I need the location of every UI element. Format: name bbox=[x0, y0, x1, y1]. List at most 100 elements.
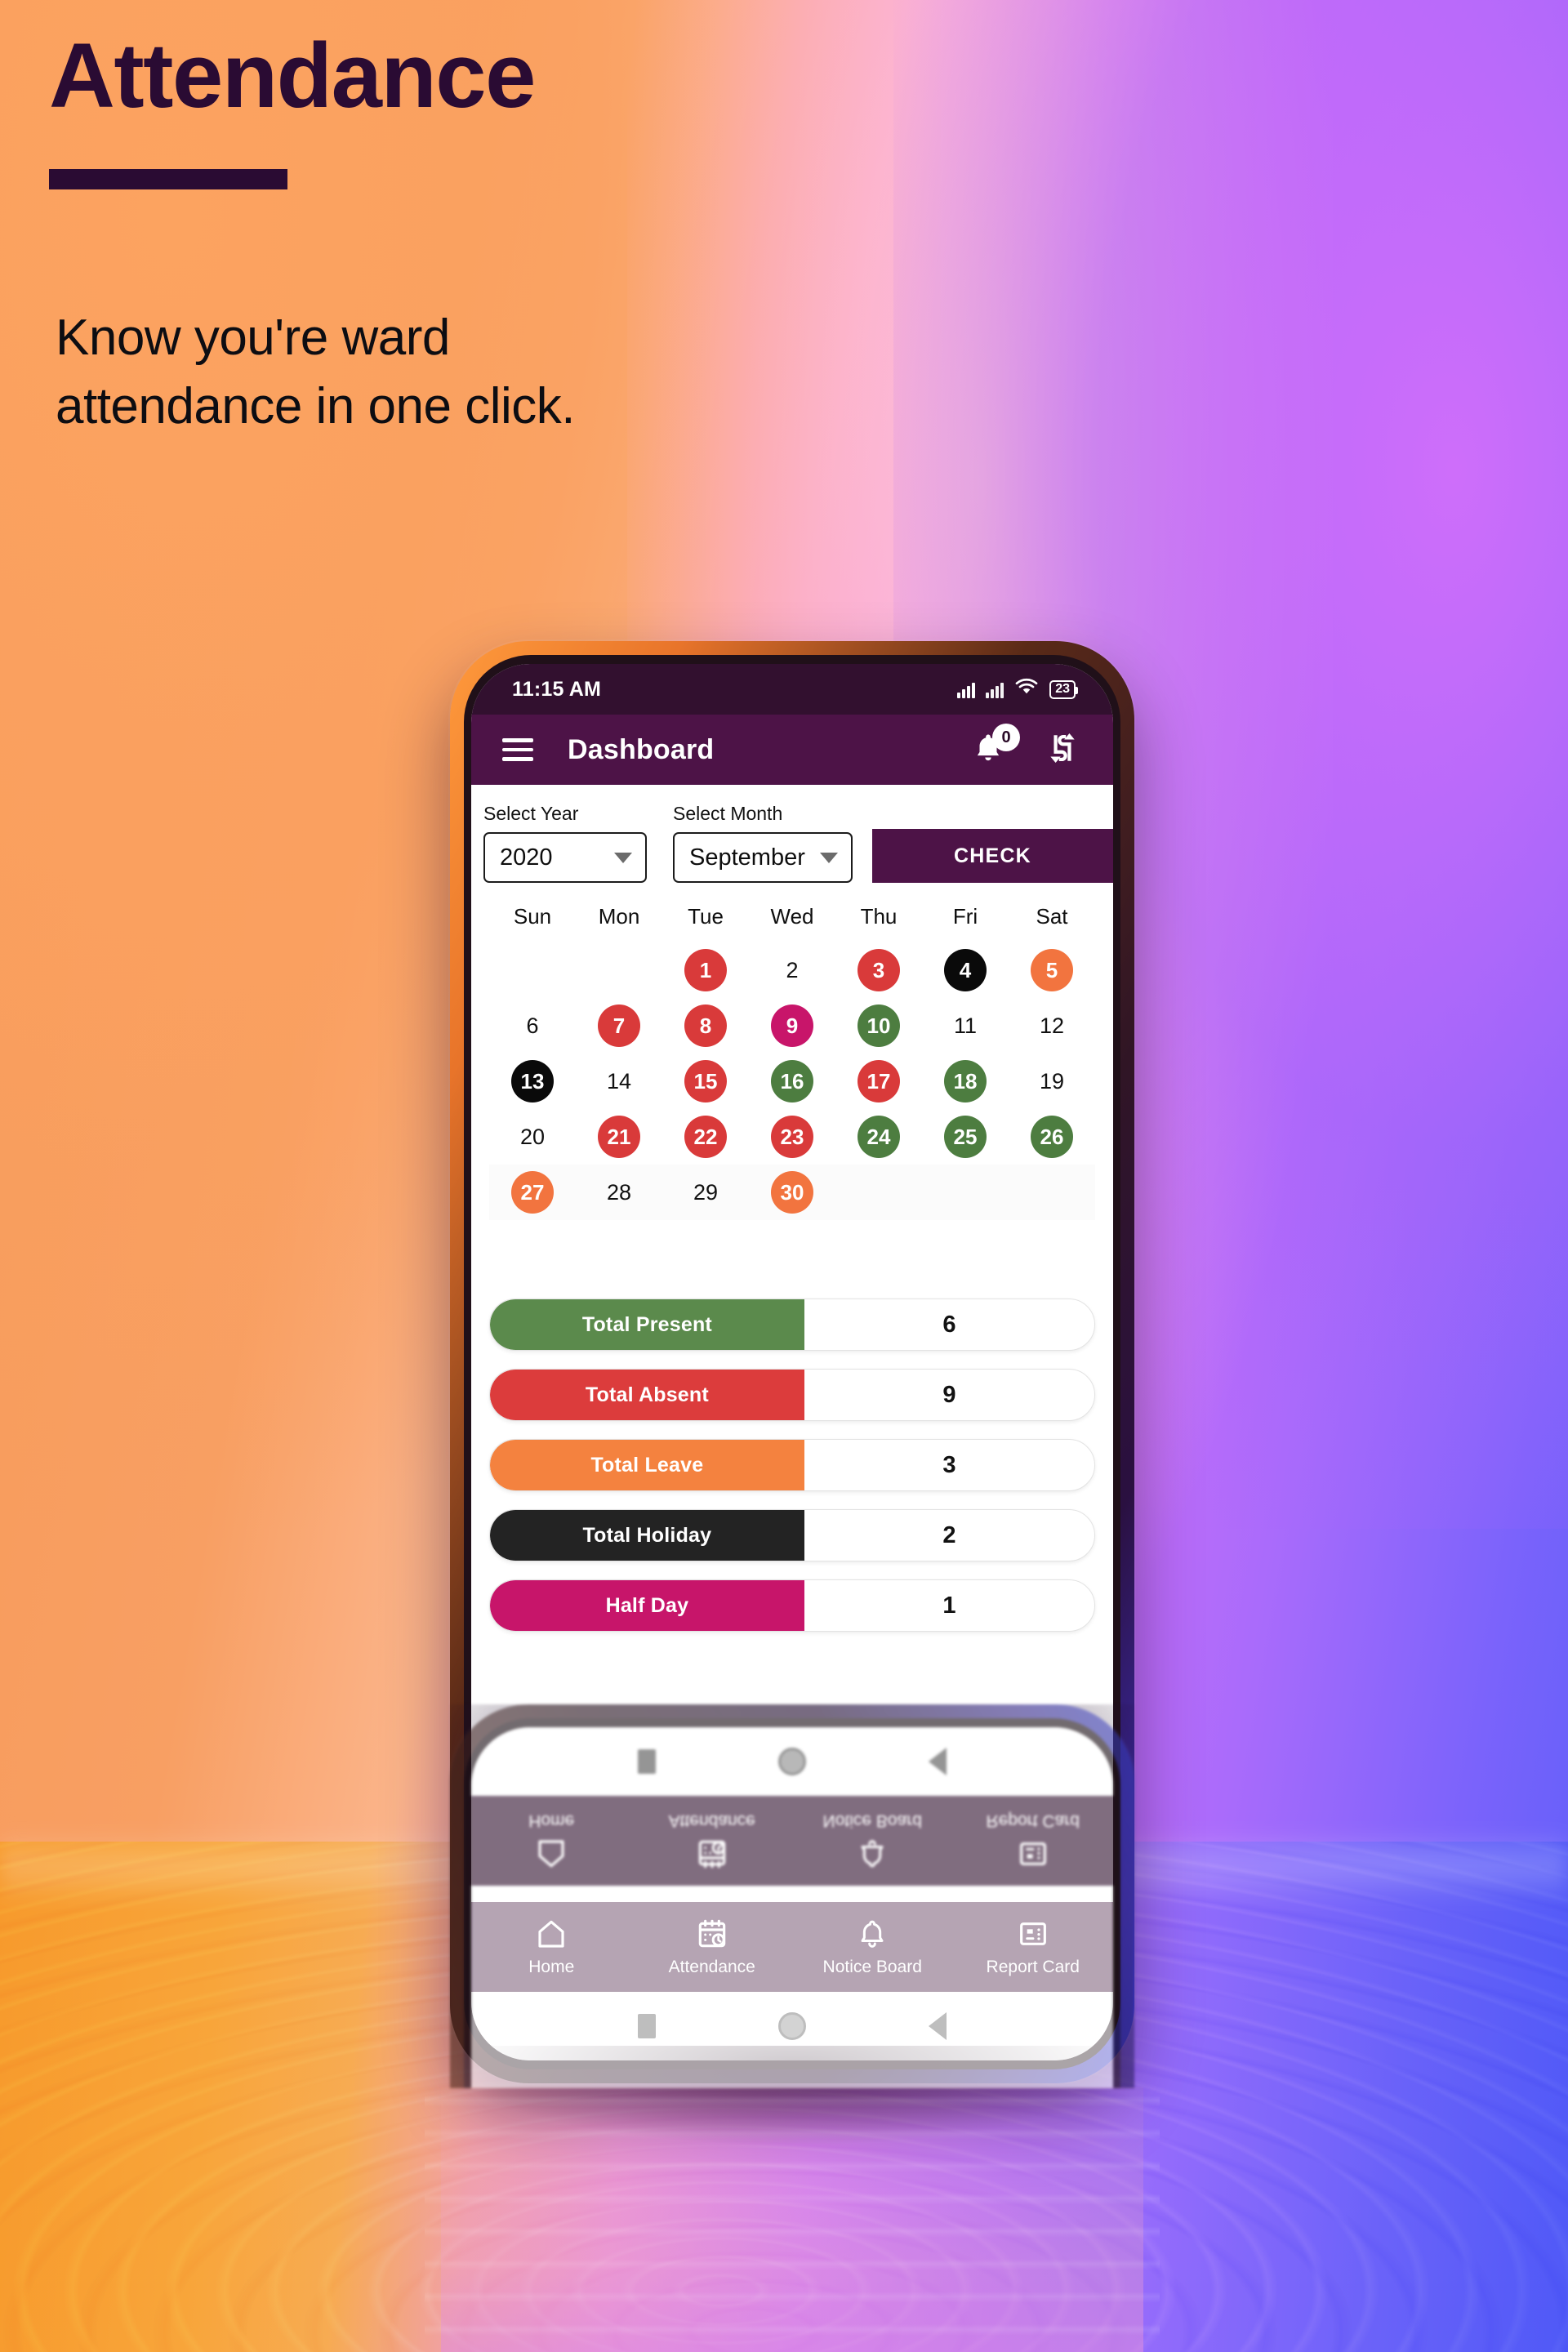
calendar-day-15[interactable]: 15 bbox=[662, 1060, 749, 1102]
calendar-day-1[interactable]: 1 bbox=[662, 949, 749, 991]
calendar-day-13[interactable]: 13 bbox=[489, 1060, 576, 1102]
calendar-weekday-thu: Thu bbox=[860, 904, 898, 929]
calendar-day-marker-holiday: 13 bbox=[511, 1060, 554, 1102]
notifications-button[interactable]: 0 bbox=[971, 724, 1020, 769]
bottom-nav-item-notice-board[interactable]: Notice Board bbox=[792, 1918, 953, 1977]
bottom-navigation-bar: Home Attendance Notice Board Report Card bbox=[471, 1902, 1113, 1992]
circle-home-icon[interactable] bbox=[778, 2012, 806, 2040]
chevron-down-icon bbox=[820, 852, 838, 863]
calendar-day-label: 2 bbox=[786, 957, 799, 982]
calendar-day-10[interactable]: 10 bbox=[835, 1004, 922, 1047]
bottom-nav-label: Notice Board bbox=[822, 1957, 922, 1976]
bottom-nav-label: Report Card bbox=[986, 1957, 1080, 1976]
calendar-day-18[interactable]: 18 bbox=[922, 1060, 1009, 1102]
bottom-nav-item-report-card[interactable]: Report Card bbox=[953, 1918, 1114, 1977]
year-field: Select Year 2020 bbox=[483, 803, 647, 883]
calendar-weekday-mon: Mon bbox=[598, 904, 640, 929]
calendar-day-3[interactable]: 3 bbox=[835, 949, 922, 991]
check-button[interactable]: CHECK bbox=[872, 829, 1113, 883]
calendar-weekday-tue: Tue bbox=[688, 904, 724, 929]
title-underline-rule bbox=[49, 168, 287, 189]
calendar-day-marker-absent: 22 bbox=[684, 1116, 727, 1158]
summary-value-absent: 9 bbox=[942, 1381, 956, 1408]
calendar-weekday-sun: Sun bbox=[513, 904, 552, 929]
calendar-day-marker-absent: 1 bbox=[684, 949, 727, 991]
summary-row-leave: Total Leave 3 bbox=[489, 1439, 1095, 1491]
calendar-day-label: 28 bbox=[606, 1179, 632, 1205]
wifi-icon bbox=[1014, 678, 1039, 701]
calendar-day-25[interactable]: 25 bbox=[922, 1116, 1009, 1158]
summary-value-holiday: 2 bbox=[942, 1521, 956, 1548]
calendar-day-label: 11 bbox=[953, 1013, 978, 1038]
calendar-day-26[interactable]: 26 bbox=[1009, 1116, 1095, 1158]
calendar-day-label: 14 bbox=[606, 1068, 632, 1094]
promo-copy: Attendance bbox=[49, 28, 536, 189]
month-select-value: September bbox=[689, 844, 805, 871]
calendar-day-marker-absent: 23 bbox=[771, 1116, 813, 1158]
calendar-day-marker-leave: 5 bbox=[1031, 949, 1073, 991]
calendar-day-27[interactable]: 27 bbox=[489, 1171, 576, 1214]
calendar-day-11[interactable]: 11 bbox=[922, 1013, 1009, 1039]
summary-row-absent: Total Absent 9 bbox=[489, 1369, 1095, 1421]
calendar-day-23[interactable]: 23 bbox=[749, 1116, 835, 1158]
promo-stage: Attendance Know you're ward attendance i… bbox=[0, 0, 1568, 2352]
square-recents-icon[interactable] bbox=[638, 2014, 656, 2038]
summary-label-leave: Total Leave bbox=[490, 1440, 804, 1490]
report-card-icon bbox=[1017, 1918, 1049, 1950]
calendar-week-row: 27 28 29 30 bbox=[489, 1165, 1095, 1220]
phone-screen: 11:15 AM 23 bbox=[471, 664, 1113, 2060]
status-bar-clock: 11:15 AM bbox=[512, 677, 602, 701]
signal-bars-icon bbox=[957, 680, 976, 698]
calendar-weekday-header: Sun Mon Tue Wed Thu Fri Sat bbox=[489, 904, 1095, 929]
battery-level-text: 23 bbox=[1055, 682, 1070, 696]
bottom-nav-item-home[interactable]: Home bbox=[471, 1918, 632, 1977]
calendar-day-22[interactable]: 22 bbox=[662, 1116, 749, 1158]
calendar-day-2[interactable]: 2 bbox=[749, 958, 835, 983]
promo-subheadline: Know you're ward attendance in one click… bbox=[56, 304, 575, 440]
calendar-day-7[interactable]: 7 bbox=[576, 1004, 662, 1047]
calendar-day-label: 19 bbox=[1039, 1068, 1065, 1094]
calendar-day-marker-present: 16 bbox=[771, 1060, 813, 1102]
calendar-day-marker-absent: 8 bbox=[684, 1004, 727, 1047]
calendar-day-29[interactable]: 29 bbox=[662, 1180, 749, 1205]
calendar-day-label: 6 bbox=[526, 1013, 539, 1038]
calendar-day-9[interactable]: 9 bbox=[749, 1004, 835, 1047]
triangle-back-icon[interactable] bbox=[929, 2012, 947, 2040]
calendar-day-14[interactable]: 14 bbox=[576, 1069, 662, 1094]
calendar-clock-icon bbox=[696, 1918, 728, 1950]
calendar-day-16[interactable]: 16 bbox=[749, 1060, 835, 1102]
calendar-day-4[interactable]: 4 bbox=[922, 949, 1009, 991]
calendar-summary-spacer bbox=[471, 1220, 1113, 1298]
calendar-day-8[interactable]: 8 bbox=[662, 1004, 749, 1047]
calendar-day-24[interactable]: 24 bbox=[835, 1116, 922, 1158]
battery-icon: 23 bbox=[1049, 679, 1078, 699]
bottom-nav-item-attendance[interactable]: Attendance bbox=[632, 1918, 793, 1977]
calendar-day-6[interactable]: 6 bbox=[489, 1013, 576, 1039]
calendar-day-marker-present: 10 bbox=[858, 1004, 900, 1047]
month-select[interactable]: September bbox=[673, 832, 853, 883]
calendar-day-20[interactable]: 20 bbox=[489, 1125, 576, 1150]
phone-mockup: 11:15 AM 23 Dashboard 0 Select Year 2020… bbox=[450, 641, 1134, 2083]
hamburger-menu-icon[interactable] bbox=[502, 738, 533, 761]
screen-filler bbox=[471, 1650, 1113, 1902]
summary-row-half-day: Half Day 1 bbox=[489, 1579, 1095, 1632]
calendar-day-5[interactable]: 5 bbox=[1009, 949, 1095, 991]
year-select[interactable]: 2020 bbox=[483, 832, 647, 883]
calendar-day-17[interactable]: 17 bbox=[835, 1060, 922, 1102]
calendar-day-21[interactable]: 21 bbox=[576, 1116, 662, 1158]
attendance-calendar: Sun Mon Tue Wed Thu Fri Sat 1 2 3 4 5 6 7 8 9 10 11 12 13 1… bbox=[471, 883, 1113, 1220]
chevron-down-icon bbox=[614, 852, 632, 863]
calendar-day-label: 12 bbox=[1039, 1013, 1065, 1038]
calendar-day-28[interactable]: 28 bbox=[576, 1180, 662, 1205]
calendar-day-30[interactable]: 30 bbox=[749, 1171, 835, 1214]
system-navigation-bar bbox=[471, 1992, 1113, 2060]
calendar-day-19[interactable]: 19 bbox=[1009, 1069, 1095, 1094]
calendar-day-12[interactable]: 12 bbox=[1009, 1013, 1095, 1039]
calendar-day-marker-present: 24 bbox=[858, 1116, 900, 1158]
calendar-week-row: 6 7 8 9 10 11 12 bbox=[489, 998, 1095, 1054]
summary-value-present: 6 bbox=[942, 1311, 956, 1338]
swap-transfer-icon[interactable] bbox=[1045, 729, 1080, 771]
summary-label-half-day: Half Day bbox=[490, 1580, 804, 1631]
calendar-day-marker-leave: 27 bbox=[511, 1171, 554, 1214]
attendance-summary: Total Present 6 Total Absent 9 Total Leave 3 T… bbox=[471, 1298, 1113, 1650]
